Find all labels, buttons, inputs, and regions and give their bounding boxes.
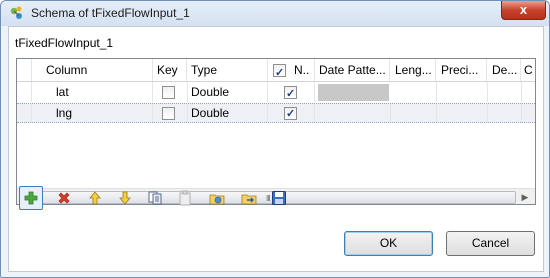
cell-precision[interactable] — [437, 104, 488, 122]
cell-type[interactable]: Double — [188, 82, 268, 102]
key-checkbox[interactable] — [162, 107, 175, 120]
component-name-label: tFixedFlowInput_1 — [15, 36, 114, 50]
table-row[interactable]: lat Double — [17, 82, 535, 102]
save-icon — [272, 191, 286, 205]
save-button[interactable] — [267, 186, 291, 210]
header-type[interactable]: Type — [188, 59, 268, 81]
schema-icon — [10, 6, 22, 19]
cell-type[interactable]: Double — [188, 104, 268, 122]
cell-precision[interactable] — [437, 82, 488, 102]
close-icon: x — [519, 2, 528, 17]
nullable-checkbox[interactable] — [284, 84, 297, 102]
schema-dialog: Schema of tFixedFlowInput_1 x tFixedFlow… — [0, 0, 550, 278]
cell-default[interactable] — [488, 82, 522, 102]
copy-button[interactable] — [143, 186, 167, 210]
row-header-corner — [17, 59, 32, 81]
row-header — [17, 82, 32, 102]
cell-length[interactable] — [391, 104, 437, 122]
header-nullable-label: N.. — [294, 63, 310, 77]
header-length[interactable]: Leng... — [391, 59, 436, 81]
cell-key[interactable] — [154, 82, 188, 102]
row-header — [17, 104, 32, 122]
cell-date-pattern[interactable] — [315, 104, 391, 122]
add-icon — [24, 191, 38, 205]
table-header: Column Key Type N.. Date Patte... Leng..… — [17, 59, 535, 82]
cancel-button[interactable]: Cancel — [446, 231, 535, 256]
nullable-checkbox[interactable] — [284, 105, 297, 122]
cell-column[interactable]: lat — [32, 82, 153, 102]
move-up-icon — [89, 191, 101, 205]
move-down-button[interactable] — [113, 186, 137, 210]
remove-icon — [58, 192, 70, 204]
import-icon — [209, 194, 225, 205]
import-button[interactable] — [205, 186, 229, 210]
add-button[interactable] — [19, 186, 43, 210]
paste-icon — [179, 190, 191, 206]
header-comment[interactable]: C — [522, 59, 535, 81]
copy-icon — [148, 191, 162, 205]
header-key[interactable]: Key — [154, 59, 187, 81]
scroll-right-icon[interactable]: ▶ — [518, 191, 532, 203]
header-nullable[interactable]: N.. — [269, 59, 315, 81]
dialog-content: tFixedFlowInput_1 Column Key Type N.. Da… — [8, 26, 544, 272]
cell-date-pattern[interactable] — [318, 84, 389, 101]
paste-button[interactable] — [173, 186, 197, 210]
export-button[interactable] — [237, 186, 261, 210]
header-precision[interactable]: Preci... — [437, 59, 487, 81]
cell-nullable[interactable] — [269, 104, 315, 122]
header-column[interactable]: Column — [32, 59, 153, 81]
header-date-pattern[interactable]: Date Patte... — [315, 59, 390, 81]
move-up-button[interactable] — [83, 186, 107, 210]
key-checkbox[interactable] — [162, 86, 175, 99]
remove-button[interactable] — [52, 186, 76, 210]
cell-nullable[interactable] — [269, 82, 315, 102]
cell-length[interactable] — [391, 82, 437, 102]
cell-default[interactable] — [488, 104, 522, 122]
table-row[interactable]: lng Double — [17, 103, 535, 123]
cell-key[interactable] — [154, 104, 188, 122]
cell-column[interactable]: lng — [32, 104, 153, 122]
ok-button[interactable]: OK — [344, 231, 433, 256]
header-default[interactable]: De... — [488, 59, 521, 81]
close-button[interactable]: x — [501, 1, 546, 20]
title-bar: Schema of tFixedFlowInput_1 x — [1, 1, 549, 26]
schema-table: Column Key Type N.. Date Patte... Leng..… — [16, 58, 536, 205]
move-down-icon — [119, 191, 131, 205]
window-title: Schema of tFixedFlowInput_1 — [31, 6, 190, 20]
export-icon — [241, 194, 257, 205]
header-nullable-checkbox[interactable] — [273, 62, 286, 81]
